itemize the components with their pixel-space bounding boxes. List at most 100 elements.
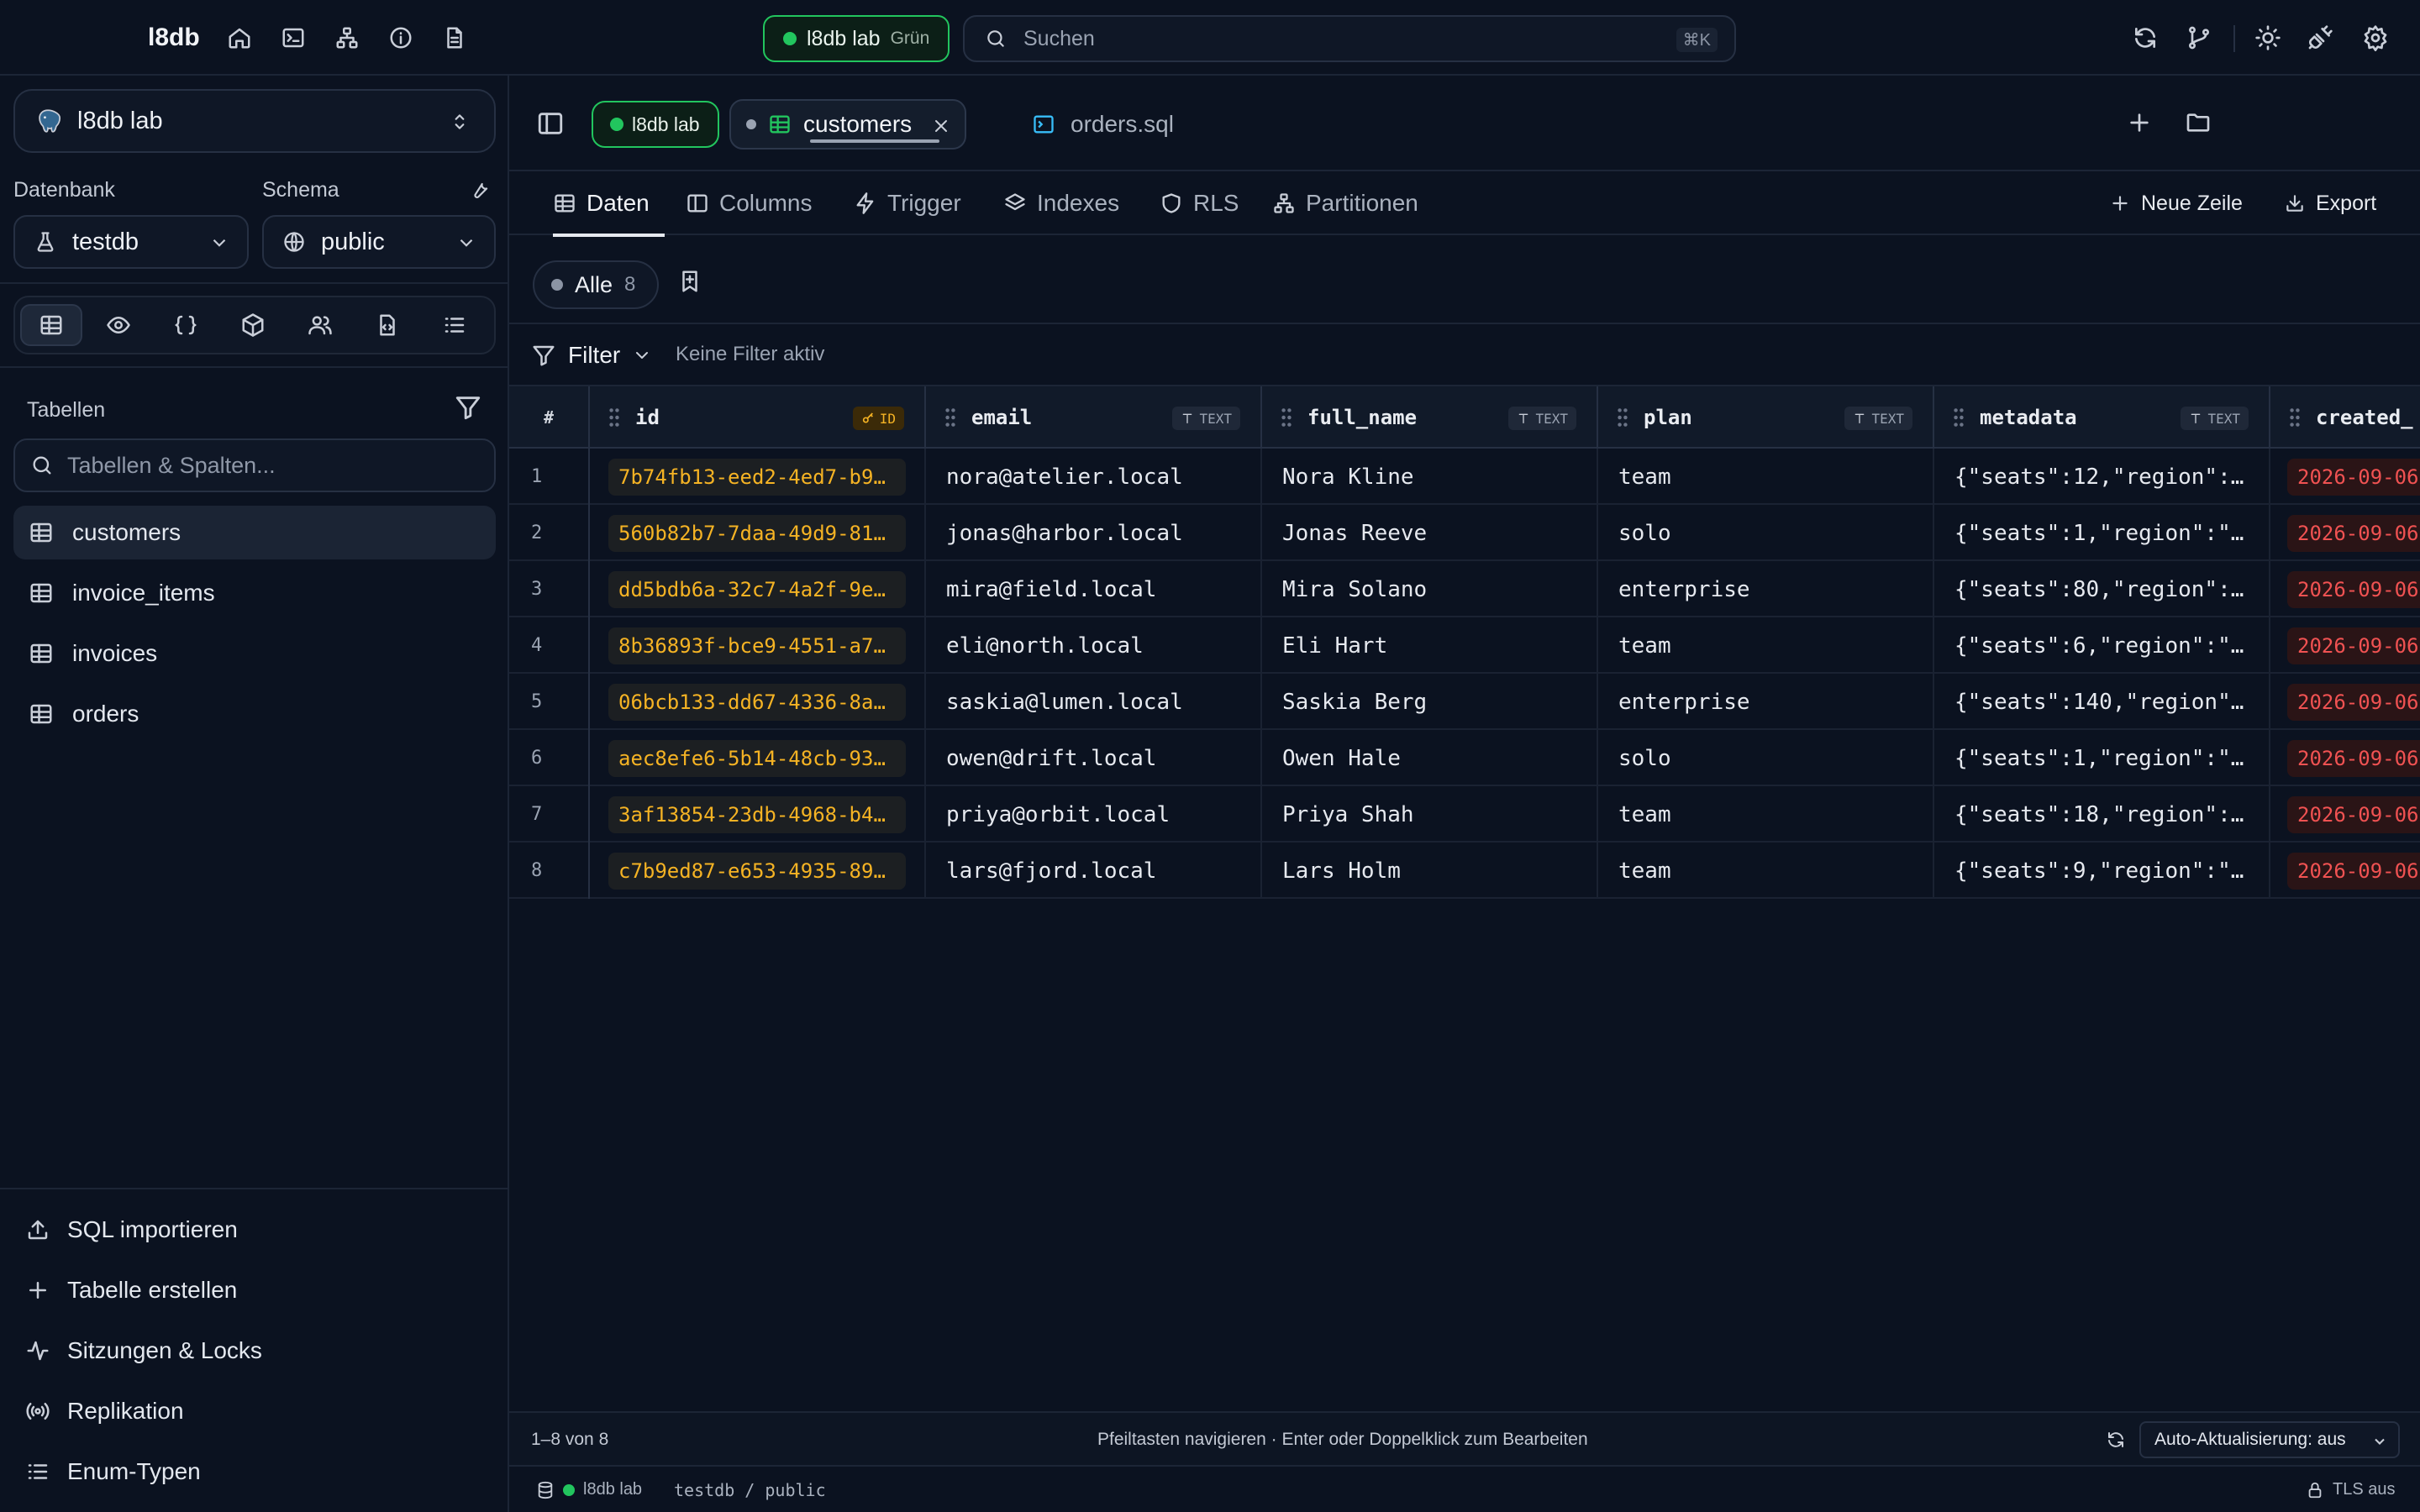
cell-id[interactable]: dd5bdb6a-32c7-4a2f-9e0…	[590, 561, 926, 617]
table-row[interactable]: 4 8b36893f-bce9-4551-a72… eli@north.local E…	[509, 617, 2420, 674]
table-icon[interactable]	[20, 304, 82, 346]
cell-metadata[interactable]: {"seats":1,"region":"…	[1934, 505, 2270, 561]
cell-id[interactable]: 3af13854-23db-4968-b4d…	[590, 786, 926, 843]
column-header-id[interactable]: id ID	[590, 386, 926, 449]
info-icon[interactable]	[385, 22, 417, 54]
status-connection[interactable]: l8db lab	[536, 1480, 642, 1499]
folder-icon[interactable]	[2185, 109, 2212, 136]
app-brand[interactable]: l8db	[148, 24, 200, 52]
cell-id[interactable]: c7b9ed87-e653-4935-890…	[590, 843, 926, 899]
cell-full-name[interactable]: Eli Hart	[1262, 617, 1598, 674]
drag-handle-icon[interactable]	[944, 407, 956, 428]
table-search[interactable]	[13, 438, 496, 492]
cell-created[interactable]: 2026-09-06	[2270, 449, 2420, 505]
settings-icon[interactable]	[2360, 22, 2391, 54]
connection-select[interactable]: l8db lab	[13, 89, 496, 153]
table-row[interactable]: 6 aec8efe6-5b14-48cb-934… owen@drift.local…	[509, 730, 2420, 786]
cell-full-name[interactable]: Priya Shah	[1262, 786, 1598, 843]
cell-email[interactable]: priya@orbit.local	[926, 786, 1262, 843]
cell-email[interactable]: saskia@lumen.local	[926, 674, 1262, 730]
table-row[interactable]: 1 7b74fb13-eed2-4ed7-b95… nora@atelier.loc…	[509, 449, 2420, 505]
cell-metadata[interactable]: {"seats":6,"region":"…	[1934, 617, 2270, 674]
sun-icon[interactable]	[2252, 22, 2284, 54]
list-icon[interactable]	[424, 304, 486, 346]
tab-customers[interactable]: customers	[729, 99, 966, 150]
table-row[interactable]: 5 06bcb133-dd67-4336-8a0… saskia@lumen.loc…	[509, 674, 2420, 730]
sitemap-icon[interactable]	[331, 22, 363, 54]
wrench-icon[interactable]	[469, 178, 491, 200]
table-row[interactable]: 7 3af13854-23db-4968-b4d… priya@orbit.loca…	[509, 786, 2420, 843]
cell-plan[interactable]: team	[1598, 843, 1934, 899]
cell-created[interactable]: 2026-09-06	[2270, 730, 2420, 786]
sidebar-toggle-icon[interactable]	[536, 109, 565, 138]
sidebar-table-orders[interactable]: orders	[13, 687, 496, 741]
enum-types-button[interactable]: Enum-Typen	[25, 1450, 201, 1494]
refresh-icon[interactable]	[2129, 22, 2161, 54]
close-icon[interactable]	[931, 116, 951, 136]
column-header-metadata[interactable]: metadata TEXT	[1934, 386, 2270, 449]
cell-email[interactable]: owen@drift.local	[926, 730, 1262, 786]
import-sql-button[interactable]: SQL importieren	[25, 1208, 238, 1252]
document-icon[interactable]	[439, 22, 471, 54]
sidebar-table-invoices[interactable]: invoices	[13, 627, 496, 680]
drag-handle-icon[interactable]	[1281, 407, 1292, 428]
cube-icon[interactable]	[222, 304, 284, 346]
table-row[interactable]: 8 c7b9ed87-e653-4935-890… lars@fjord.local…	[509, 843, 2420, 899]
bookmark-add-icon[interactable]	[677, 269, 702, 294]
column-header-full-name[interactable]: full_name TEXT	[1262, 386, 1598, 449]
cell-plan[interactable]: enterprise	[1598, 674, 1934, 730]
filter-icon[interactable]	[454, 393, 482, 422]
cell-id[interactable]: 7b74fb13-eed2-4ed7-b95…	[590, 449, 926, 505]
plug-icon[interactable]	[2304, 22, 2336, 54]
cell-created[interactable]: 2026-09-06	[2270, 617, 2420, 674]
plus-icon[interactable]	[2126, 109, 2153, 136]
refresh-icon[interactable]	[2106, 1430, 2126, 1450]
cell-metadata[interactable]: {"seats":9,"region":"…	[1934, 843, 2270, 899]
cell-metadata[interactable]: {"seats":140,"region"…	[1934, 674, 2270, 730]
sidebar-table-customers[interactable]: customers	[13, 506, 496, 559]
database-select[interactable]: testdb	[13, 215, 249, 269]
cell-email[interactable]: mira@field.local	[926, 561, 1262, 617]
table-row[interactable]: 3 dd5bdb6a-32c7-4a2f-9e0… mira@field.local…	[509, 561, 2420, 617]
column-header-created[interactable]: created_	[2270, 386, 2420, 449]
tab-orders-sql[interactable]: orders.sql	[1025, 101, 1174, 148]
drag-handle-icon[interactable]	[608, 407, 620, 428]
export-button[interactable]: Export	[2284, 171, 2376, 235]
users-icon[interactable]	[289, 304, 351, 346]
cell-full-name[interactable]: Mira Solano	[1262, 561, 1598, 617]
cell-plan[interactable]: enterprise	[1598, 561, 1934, 617]
table-row[interactable]: 2 560b82b7-7daa-49d9-819… jonas@harbor.loc…	[509, 505, 2420, 561]
cell-plan[interactable]: team	[1598, 786, 1934, 843]
drag-handle-icon[interactable]	[2289, 407, 2301, 428]
create-table-button[interactable]: Tabelle erstellen	[25, 1268, 237, 1312]
subtab-partitions[interactable]: Partitionen	[1272, 171, 1418, 235]
connection-pill[interactable]: l8db lab Grün	[763, 15, 950, 62]
subtab-rls[interactable]: RLS	[1160, 171, 1239, 235]
cell-plan[interactable]: team	[1598, 449, 1934, 505]
cell-email[interactable]: nora@atelier.local	[926, 449, 1262, 505]
terminal-icon[interactable]	[277, 22, 309, 54]
cell-plan[interactable]: solo	[1598, 505, 1934, 561]
cell-metadata[interactable]: {"seats":80,"region":…	[1934, 561, 2270, 617]
cell-email[interactable]: lars@fjord.local	[926, 843, 1262, 899]
cell-full-name[interactable]: Saskia Berg	[1262, 674, 1598, 730]
schema-select[interactable]: public	[262, 215, 496, 269]
cell-metadata[interactable]: {"seats":1,"region":"…	[1934, 730, 2270, 786]
cell-created[interactable]: 2026-09-06	[2270, 786, 2420, 843]
subtab-indexes[interactable]: Indexes	[1003, 171, 1119, 235]
subtab-trigger[interactable]: Trigger	[854, 171, 961, 235]
cell-full-name[interactable]: Nora Kline	[1262, 449, 1598, 505]
cell-created[interactable]: 2026-09-06	[2270, 505, 2420, 561]
subtab-columns[interactable]: Columns	[686, 171, 812, 235]
global-search[interactable]: Suchen ⌘K	[963, 15, 1736, 62]
cell-created[interactable]: 2026-09-06	[2270, 561, 2420, 617]
drag-handle-icon[interactable]	[1617, 407, 1628, 428]
cell-full-name[interactable]: Lars Holm	[1262, 843, 1598, 899]
column-header-plan[interactable]: plan TEXT	[1598, 386, 1934, 449]
auto-refresh-select[interactable]: Auto-Aktualisierung: aus	[2139, 1421, 2400, 1458]
code-file-icon[interactable]	[356, 304, 418, 346]
cell-created[interactable]: 2026-09-06	[2270, 674, 2420, 730]
sidebar-table-invoice-items[interactable]: invoice_items	[13, 566, 496, 620]
cell-id[interactable]: aec8efe6-5b14-48cb-934…	[590, 730, 926, 786]
status-tls[interactable]: TLS aus	[2306, 1480, 2395, 1499]
